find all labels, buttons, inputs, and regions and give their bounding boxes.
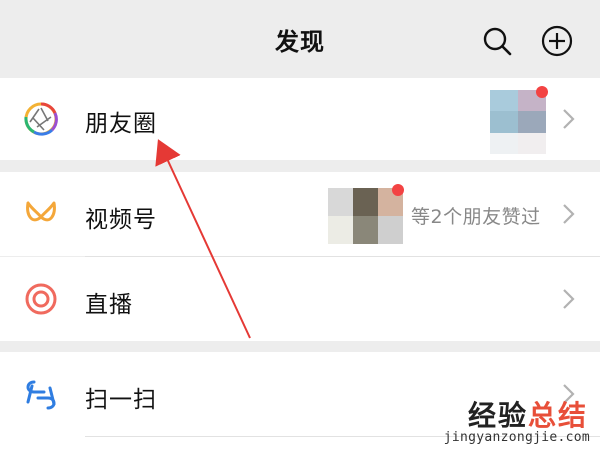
menu-item-label: 直播: [85, 292, 133, 318]
chevron-right-icon: [563, 109, 575, 129]
menu-item-label: 扫一扫: [85, 387, 157, 413]
unread-dot: [392, 184, 404, 196]
menu-item-live[interactable]: 直播: [0, 257, 600, 341]
channels-butterfly-icon: [26, 201, 56, 222]
moments-aperture-icon: [24, 102, 58, 136]
moments-thumbnail: [490, 90, 546, 154]
menu-item-label: 视频号: [85, 207, 157, 233]
unread-dot: [536, 86, 548, 98]
watermark: 经验总结 jingyanzongjie.com: [420, 390, 598, 446]
menu-item-channels[interactable]: 视频号 等2个朋友赞过: [0, 172, 600, 256]
menu-item-label: 朋友圈: [85, 111, 157, 137]
menu-item-moments[interactable]: 朋友圈: [0, 78, 600, 160]
watermark-domain-text: jingyanzongjie.com: [443, 430, 590, 445]
nav-header: 发现: [0, 0, 600, 78]
chevron-right-icon: [563, 204, 575, 224]
add-circle-icon[interactable]: [540, 24, 574, 58]
chevron-right-icon: [563, 289, 575, 309]
watermark-logo-text: 经验总结: [467, 399, 588, 432]
search-icon[interactable]: [480, 24, 514, 58]
likes-meta-text: 等2个朋友赞过: [411, 206, 541, 228]
channels-thumbnail: [328, 188, 403, 244]
scan-icon: [26, 380, 56, 410]
live-ring-icon: [25, 283, 57, 315]
